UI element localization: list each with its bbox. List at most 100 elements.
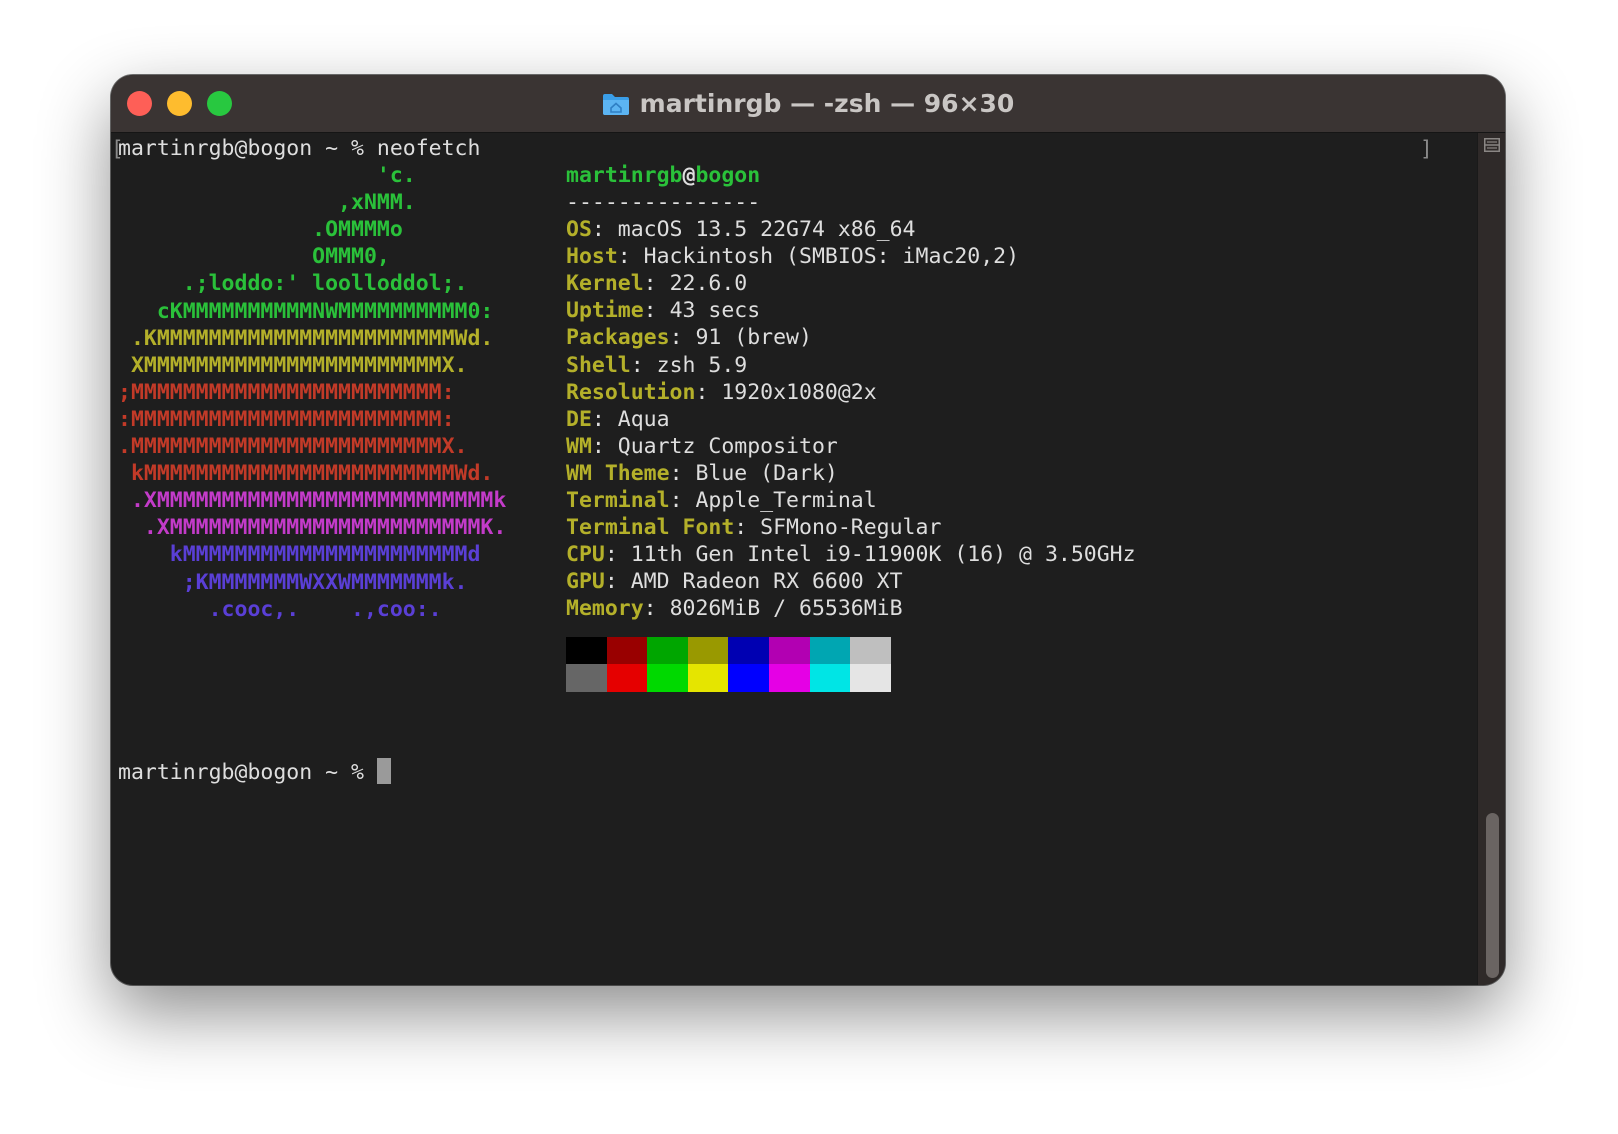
color-swatch: [606, 664, 648, 692]
logo-line: :MMMMMMMMMMMMMMMMMMMMMMMM:: [118, 406, 455, 432]
logo-line: ,xNMM.: [118, 190, 416, 216]
logo-line: .XMMMMMMMMMMMMMMMMMMMMMMMMK.: [118, 515, 507, 541]
info-value: macOS 13.5 22G74 x86_64: [617, 217, 916, 242]
info-row: DE: Aqua: [566, 406, 670, 434]
info-colon: :: [591, 433, 618, 459]
info-value: SFMono-Regular: [760, 515, 942, 541]
info-colon: :: [617, 244, 644, 270]
info-value: 91 (brew): [695, 325, 812, 351]
info-colon: :: [604, 542, 631, 568]
host-name: bogon: [695, 163, 761, 188]
info-key: Kernel: [566, 271, 644, 297]
color-swatch: [566, 637, 607, 665]
logo-line: kMMMMMMMMMMMMMMMMMMMMMMd: [118, 542, 481, 568]
info-key: GPU: [566, 569, 605, 595]
color-swatch: [769, 664, 810, 692]
text-cursor: [376, 758, 391, 784]
info-key: Resolution: [566, 379, 696, 405]
color-swatch: [606, 637, 648, 665]
info-value: 43 secs: [669, 298, 761, 324]
logo-line: ;KMMMMMMMWXXWMMMMMMMk.: [118, 569, 468, 595]
separator-line: ---------------: [566, 190, 761, 215]
color-swatch: [769, 637, 810, 665]
logo-line: 'c.: [118, 163, 416, 188]
logo-line: OMMM0,: [118, 244, 390, 270]
info-value: 22.6.0: [669, 271, 748, 297]
scrollbar-thumb[interactable]: [1486, 813, 1499, 978]
info-value: Apple_Terminal: [695, 488, 877, 513]
info-row: OS: macOS 13.5 22G74 x86_64: [566, 216, 916, 244]
info-value: Blue (Dark): [695, 460, 838, 486]
info-colon: :: [643, 596, 670, 622]
info-colon: :: [643, 298, 670, 324]
title-bar[interactable]: martinrgb — -zsh — 96×30: [111, 75, 1505, 133]
info-key: OS: [566, 217, 592, 242]
info-colon: :: [630, 352, 657, 378]
info-key: DE: [566, 406, 592, 432]
logo-line: kMMMMMMMMMMMMMMMMMMMMMMMMWd.: [118, 461, 494, 487]
info-row: Resolution: 1920x1080@2x: [566, 379, 877, 407]
at-sign: @: [682, 163, 696, 188]
color-swatch: [850, 664, 892, 692]
logo-line: XMMMMMMMMMMMMMMMMMMMMMMMX.: [118, 352, 468, 378]
info-key: WM: [566, 433, 592, 459]
color-swatch: [728, 664, 770, 692]
info-row: Host: Hackintosh (SMBIOS: iMac20,2): [566, 243, 1019, 271]
info-value: Hackintosh (SMBIOS: iMac20,2): [643, 244, 1020, 270]
info-value: zsh 5.9: [656, 352, 748, 378]
terminal-window: martinrgb — -zsh — 96×30 [ martinrgb@bog…: [111, 75, 1505, 985]
info-colon: :: [591, 406, 618, 432]
info-key: Memory: [566, 596, 644, 622]
info-key: WM Theme: [566, 460, 670, 486]
info-colon: :: [695, 379, 722, 405]
info-colon: :: [669, 460, 696, 486]
logo-line: .cooc,. .,coo:.: [118, 596, 442, 622]
color-swatch: [687, 664, 729, 692]
title-group: martinrgb — -zsh — 96×30: [111, 75, 1505, 132]
info-row: Packages: 91 (brew): [566, 324, 812, 352]
info-key: Uptime: [566, 298, 644, 324]
color-swatch: [566, 664, 607, 692]
info-value: Aqua: [617, 406, 670, 432]
info-colon: :: [734, 515, 761, 541]
logo-line: .;loddo:' loolloddol;.: [118, 271, 468, 297]
info-colon: :: [669, 488, 696, 513]
info-key: CPU: [566, 542, 605, 568]
home-folder-icon: [602, 92, 630, 116]
info-colon: :: [669, 325, 696, 351]
info-value: 11th Gen Intel i9-11900K (16) @ 3.50GHz: [630, 542, 1136, 568]
logo-line: cKMMMMMMMMMMNWMMMMMMMMMM0:: [118, 298, 494, 324]
info-row: GPU: AMD Radeon RX 6600 XT: [566, 568, 903, 596]
info-value: AMD Radeon RX 6600 XT: [630, 569, 903, 595]
info-key: Shell: [566, 352, 631, 378]
logo-line: .MMMMMMMMMMMMMMMMMMMMMMMMX.: [118, 434, 468, 459]
logo-line: .KMMMMMMMMMMMMMMMMMMMMMMMWd.: [118, 325, 494, 351]
info-row: WM: Quartz Compositor: [566, 433, 838, 461]
info-key: Terminal: [566, 488, 670, 513]
scrollbar[interactable]: [1477, 133, 1505, 985]
info-colon: :: [643, 271, 670, 297]
info-key: Terminal Font: [566, 515, 735, 541]
info-row: Terminal: Apple_Terminal: [566, 487, 877, 515]
color-swatch: [809, 637, 851, 665]
info-colon: :: [604, 569, 631, 595]
info-row: Memory: 8026MiB / 65536MiB: [566, 595, 903, 623]
info-row: Terminal Font: SFMono-Regular: [566, 514, 941, 542]
window-title: martinrgb — -zsh — 96×30: [639, 89, 1015, 118]
logo-line: .XMMMMMMMMMMMMMMMMMMMMMMMMMMk: [118, 488, 507, 514]
final-prompt-line[interactable]: martinrgb@bogon ~ %: [118, 758, 391, 787]
user-name: martinrgb: [566, 163, 683, 188]
color-swatch: [728, 637, 770, 665]
info-row: Uptime: 43 secs: [566, 297, 760, 325]
info-value: 1920x1080@2x: [721, 379, 877, 405]
color-swatch: [809, 664, 851, 692]
logo-line: ;MMMMMMMMMMMMMMMMMMMMMMMM:: [118, 379, 455, 405]
color-swatch: [687, 637, 729, 665]
split-pane-icon[interactable]: [1484, 137, 1500, 152]
terminal-content[interactable]: [ martinrgb@bogon ~ % neofetch ] 'c. ,xN…: [111, 133, 1477, 985]
info-value: Quartz Compositor: [617, 433, 838, 459]
info-value: 8026MiB / 65536MiB: [669, 596, 903, 622]
color-swatch: [850, 637, 892, 665]
final-prompt: martinrgb@bogon ~ %: [118, 760, 377, 785]
info-row: Shell: zsh 5.9: [566, 352, 747, 380]
